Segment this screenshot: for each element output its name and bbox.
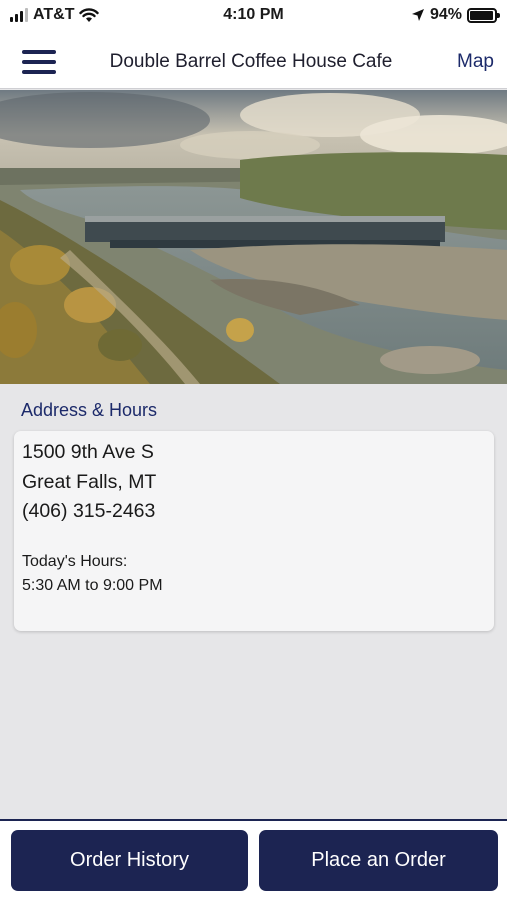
status-bar: AT&T 4:10 PM 94%: [0, 0, 507, 34]
phone-number[interactable]: (406) 315-2463: [22, 500, 155, 523]
nav-bar: Double Barrel Coffee House Cafe Map: [0, 34, 507, 89]
street-address: 1500 9th Ave S: [22, 441, 154, 463]
city-state: Great Falls, MT: [22, 471, 157, 493]
location-arrow-icon: [411, 9, 424, 21]
map-button[interactable]: Map: [457, 51, 494, 73]
battery-percent: 94%: [429, 6, 462, 23]
hours-value: 5:30 AM to 9:00 PM: [22, 577, 163, 594]
hero-image: [0, 90, 507, 384]
place-order-button[interactable]: Place an Order: [259, 830, 498, 891]
status-right: 94%: [411, 6, 500, 24]
section-title-address-hours: Address & Hours: [21, 400, 158, 420]
hamburger-menu-icon[interactable]: [22, 49, 58, 75]
bottom-action-bar: Order History Place an Order: [0, 819, 507, 900]
battery-fill: [470, 10, 493, 20]
address-hours-card: 1500 9th Ave S Great Falls, MT (406) 315…: [14, 431, 494, 631]
hours-label: Today's Hours:: [22, 553, 128, 570]
order-history-button[interactable]: Order History: [11, 830, 248, 891]
landscape-illustration: [0, 90, 507, 384]
battery-icon: [467, 7, 500, 23]
page-title: Double Barrel Coffee House Cafe: [109, 51, 393, 72]
